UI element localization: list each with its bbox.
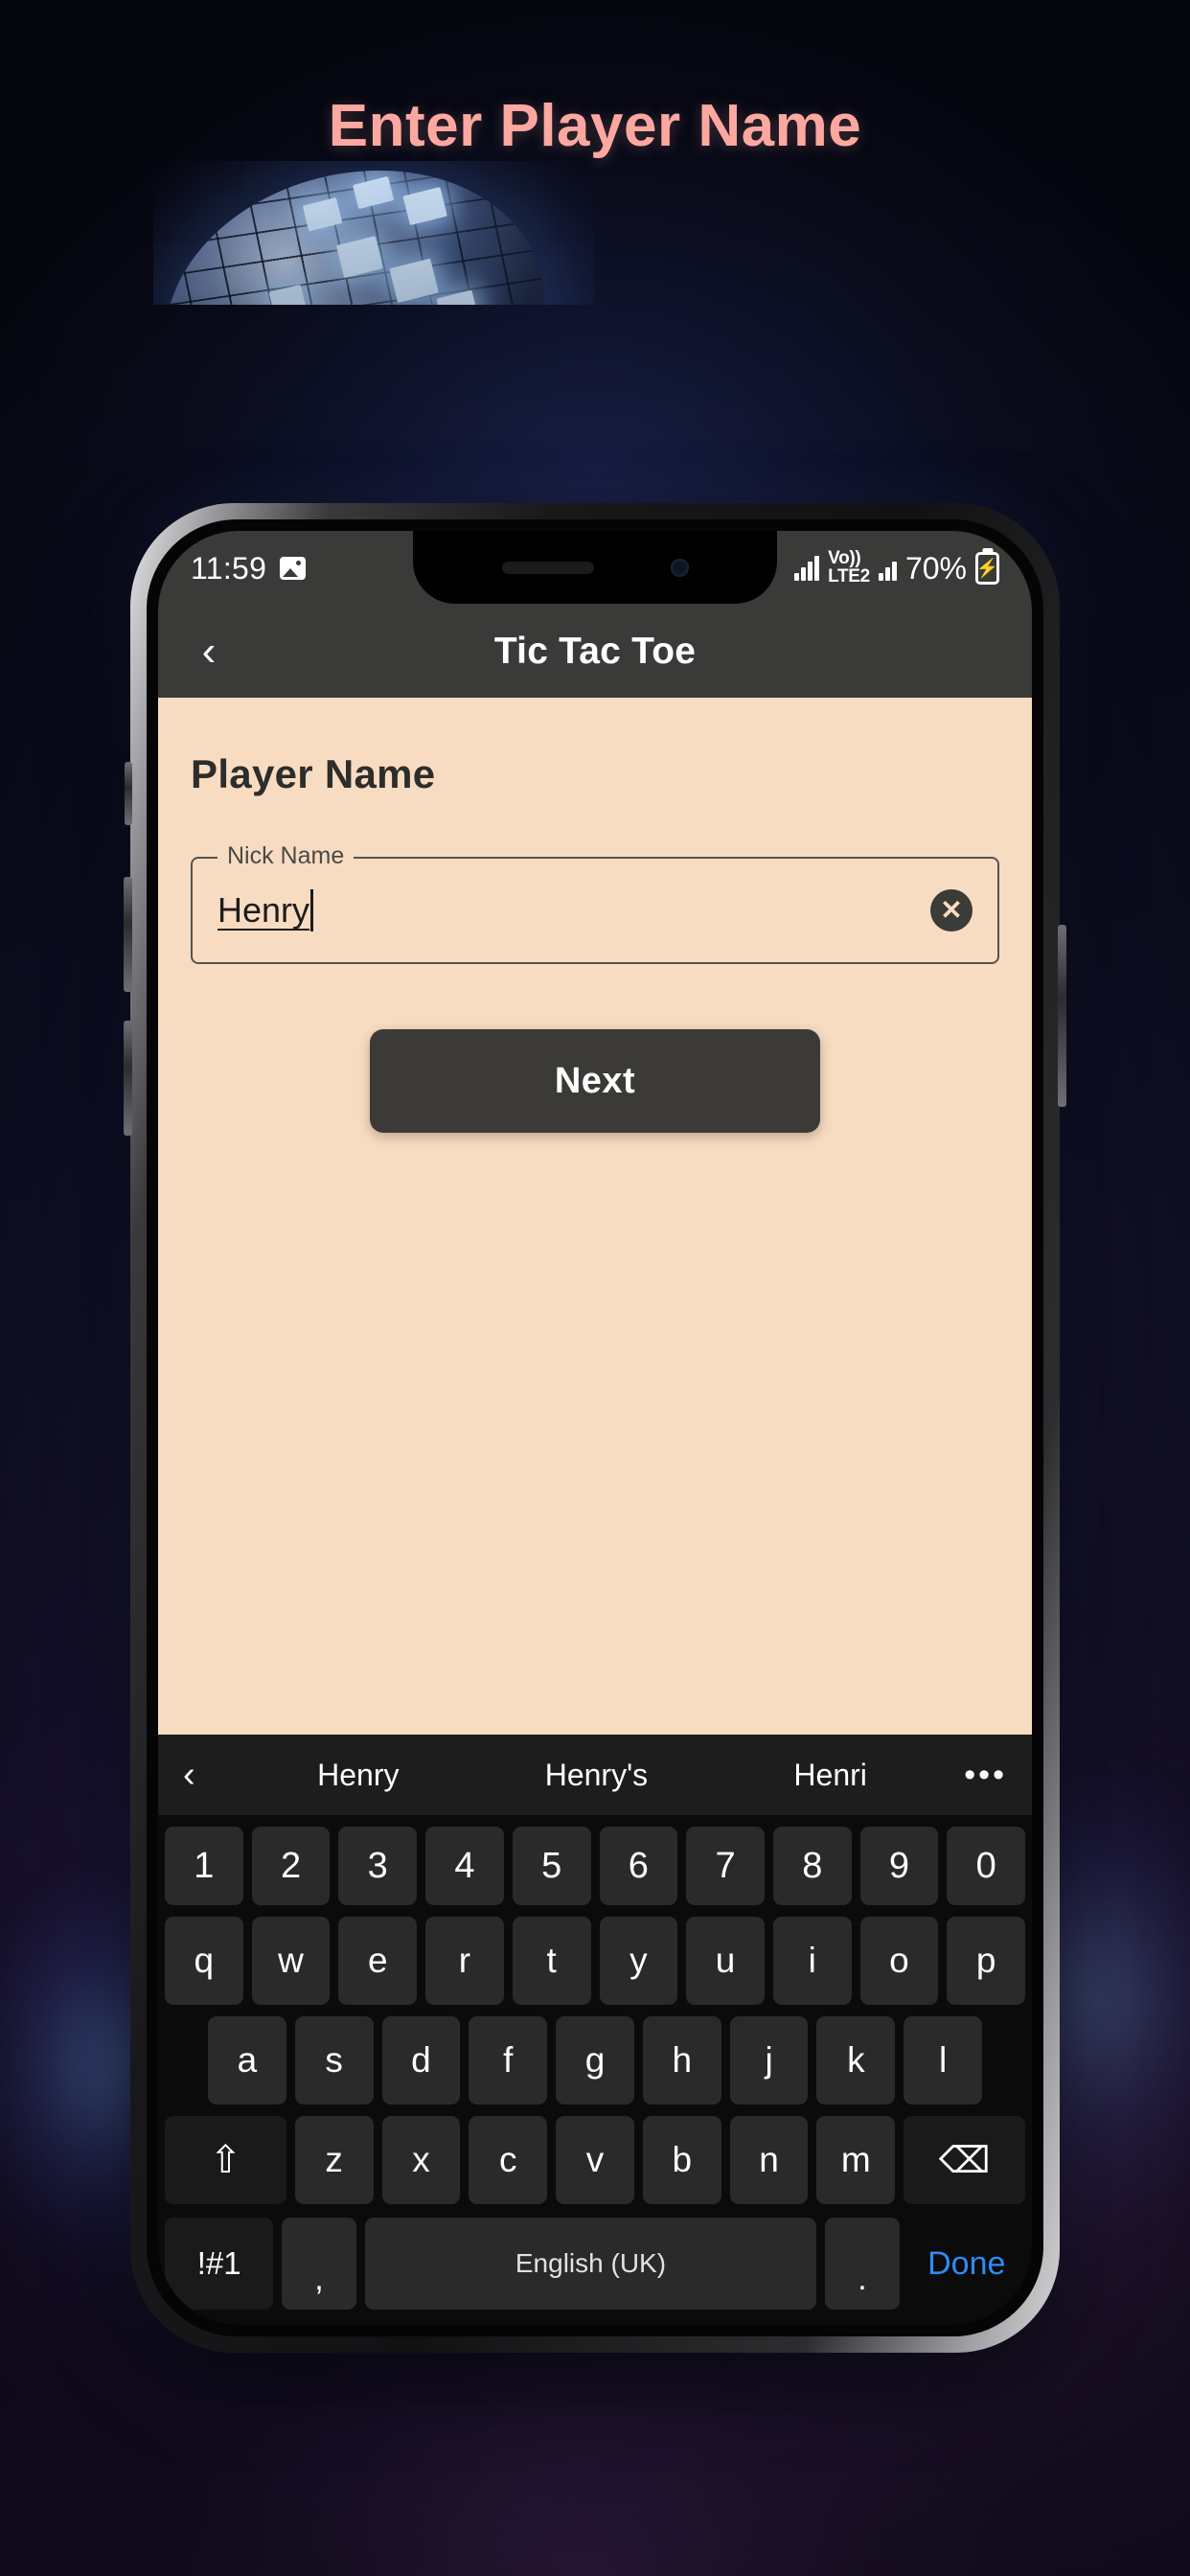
keyboard-row-bottom: ⇧ z x c v b n m ⌫ [158, 2116, 1032, 2204]
backspace-icon[interactable]: ⌫ [904, 2116, 1025, 2204]
suggestion-item[interactable]: Henri [793, 1758, 866, 1793]
key-c[interactable]: c [469, 2116, 548, 2204]
key-s[interactable]: s [294, 2016, 374, 2104]
phone-screen: 11:59 Vo)) LTE2 70% ⚡ ‹ Tic Tac Toe Play… [158, 531, 1032, 2325]
keyboard-row-home: a s d f g h j k l [158, 2016, 1032, 2104]
phone-notch [413, 531, 777, 604]
symbols-key[interactable]: !#1 [165, 2218, 274, 2310]
front-camera [670, 558, 689, 577]
key-3[interactable]: 3 [338, 1827, 418, 1905]
key-e[interactable]: e [338, 1917, 418, 2005]
key-o[interactable]: o [859, 1917, 939, 2005]
key-z[interactable]: z [294, 2116, 374, 2204]
keyboard-row-top: q w e r t y u i o p [158, 1917, 1032, 2005]
power-button[interactable] [1058, 925, 1066, 1107]
status-bar: 11:59 Vo)) LTE2 70% ⚡ [158, 531, 1032, 606]
key-1[interactable]: 1 [164, 1827, 243, 1905]
signal-bars-icon [794, 556, 820, 581]
phone-device-frame: 11:59 Vo)) LTE2 70% ⚡ ‹ Tic Tac Toe Play… [124, 503, 1066, 2353]
text-caret [310, 889, 314, 932]
key-p[interactable]: p [947, 1917, 1026, 2005]
key-l[interactable]: l [904, 2016, 983, 2104]
key-m[interactable]: m [816, 2116, 896, 2204]
phone-bezel: 11:59 Vo)) LTE2 70% ⚡ ‹ Tic Tac Toe Play… [147, 519, 1043, 2336]
keyboard-row-function: !#1 , English (UK) . Done [158, 2218, 1032, 2310]
key-q[interactable]: q [164, 1917, 243, 2005]
mute-switch[interactable] [125, 762, 132, 825]
period-key[interactable]: . [825, 2218, 900, 2310]
key-f[interactable]: f [469, 2016, 548, 2104]
chevron-left-icon[interactable]: ‹ [183, 1755, 244, 1796]
comma-key[interactable]: , [282, 2218, 356, 2310]
status-bar-left: 11:59 [191, 550, 307, 586]
suggestion-bar: ‹ Henry Henry's Henri ••• [158, 1735, 1032, 1815]
key-6[interactable]: 6 [599, 1827, 678, 1905]
suggestion-list: Henry Henry's Henri [244, 1758, 940, 1793]
key-x[interactable]: x [381, 2116, 461, 2204]
shift-icon[interactable]: ⇧ [165, 2116, 286, 2204]
key-k[interactable]: k [816, 2016, 896, 2104]
space-key[interactable]: English (UK) [364, 2218, 817, 2310]
earpiece-speaker [501, 561, 594, 574]
done-key[interactable]: Done [907, 2218, 1025, 2310]
key-8[interactable]: 8 [772, 1827, 852, 1905]
key-h[interactable]: h [642, 2016, 721, 2104]
app-bar-title: Tic Tac Toe [493, 631, 697, 672]
main-content: Player Name Nick Name Henry ✕ Next [158, 698, 1032, 1735]
more-options-icon[interactable]: ••• [940, 1757, 1007, 1794]
key-j[interactable]: j [729, 2016, 809, 2104]
key-g[interactable]: g [556, 2016, 634, 2104]
nickname-label: Nick Name [217, 842, 355, 870]
volte-indicator: Vo)) LTE2 [828, 550, 870, 586]
key-u[interactable]: u [686, 1917, 765, 2005]
key-7[interactable]: 7 [686, 1827, 765, 1905]
keyboard-row-numbers: 1 2 3 4 5 6 7 8 9 0 [158, 1827, 1032, 1905]
nickname-input-value[interactable]: Henry [217, 890, 309, 931]
virtual-keyboard: ‹ Henry Henry's Henri ••• 1 2 3 4 5 6 7 [158, 1735, 1032, 2325]
key-y[interactable]: y [599, 1917, 678, 2005]
key-9[interactable]: 9 [859, 1827, 939, 1905]
volume-up-button[interactable] [124, 877, 132, 992]
nickname-input-container[interactable]: Nick Name Henry ✕ [191, 842, 999, 964]
signal-bars-secondary-icon [878, 556, 897, 581]
status-bar-right: Vo)) LTE2 70% ⚡ [794, 550, 999, 586]
key-t[interactable]: t [512, 1917, 591, 2005]
close-circle-icon[interactable]: ✕ [930, 889, 973, 932]
key-n[interactable]: n [729, 2116, 809, 2204]
key-a[interactable]: a [207, 2016, 286, 2104]
key-2[interactable]: 2 [251, 1827, 331, 1905]
page-title: Enter Player Name [328, 93, 862, 159]
volume-down-button[interactable] [124, 1021, 132, 1136]
page-heading: Player Name [191, 751, 436, 796]
key-r[interactable]: r [425, 1917, 504, 2005]
key-5[interactable]: 5 [512, 1827, 591, 1905]
key-4[interactable]: 4 [425, 1827, 504, 1905]
suggestion-item[interactable]: Henry [317, 1758, 399, 1793]
status-time: 11:59 [191, 550, 267, 586]
battery-charging-icon: ⚡ [975, 552, 999, 585]
key-v[interactable]: v [556, 2116, 634, 2204]
image-icon [280, 557, 307, 580]
next-button[interactable]: Next [370, 1029, 820, 1133]
key-i[interactable]: i [772, 1917, 852, 2005]
suggestion-item[interactable]: Henry's [545, 1758, 648, 1793]
key-0[interactable]: 0 [947, 1827, 1026, 1905]
volte-label-bottom: LTE2 [828, 566, 870, 586]
key-w[interactable]: w [251, 1917, 331, 2005]
battery-percent: 70% [904, 550, 967, 586]
app-bar: ‹ Tic Tac Toe [158, 606, 1032, 698]
key-b[interactable]: b [642, 2116, 721, 2204]
key-d[interactable]: d [381, 2016, 461, 2104]
